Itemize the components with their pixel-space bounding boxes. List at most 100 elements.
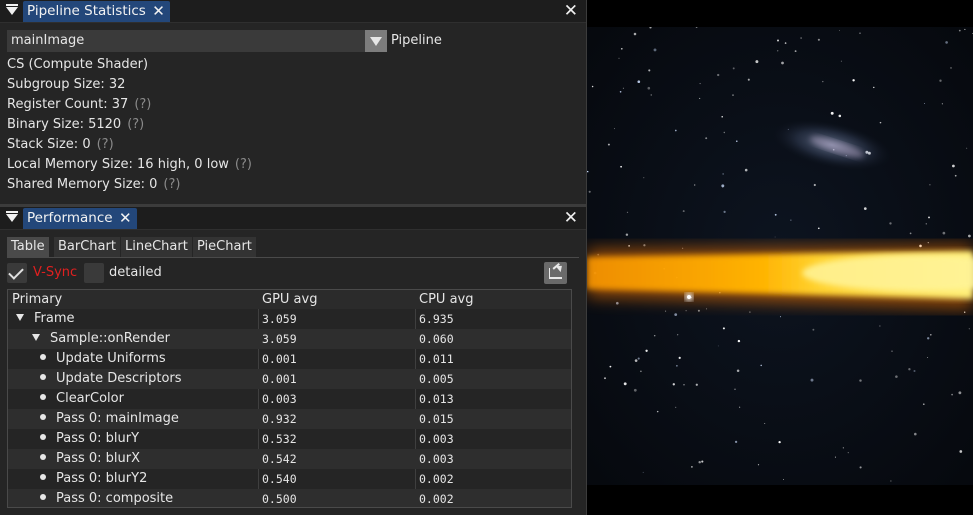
table-row[interactable]: ClearColor 0.003 0.013	[8, 389, 571, 409]
row-name: Update Descriptors	[56, 371, 182, 386]
row-name: Pass 0: blurX	[56, 451, 141, 466]
expand-arrow-icon[interactable]	[32, 333, 40, 341]
panel-close-icon[interactable]: ✕	[564, 208, 578, 228]
panel-close-icon[interactable]: ✕	[564, 1, 578, 21]
cpu-avg-cell: 0.003	[419, 452, 454, 466]
table-row[interactable]: Pass 0: blurX 0.542 0.003	[8, 449, 571, 469]
cpu-avg-cell: 0.015	[419, 412, 454, 426]
gpu-avg-cell: 0.001	[262, 352, 297, 366]
row-name-cell: Update Uniforms	[40, 349, 166, 369]
panel-menu-icon[interactable]	[6, 4, 18, 15]
bullet-icon	[40, 434, 46, 440]
header-gpu-avg[interactable]: GPU avg	[262, 290, 317, 309]
bullet-icon	[40, 454, 46, 460]
table-row[interactable]: Update Descriptors 0.001 0.005	[8, 369, 571, 389]
header-cpu-avg[interactable]: CPU avg	[419, 290, 473, 309]
bullet-icon	[40, 494, 46, 500]
cpu-avg-cell: 0.002	[419, 492, 454, 506]
help-marker[interactable]: (?)	[235, 157, 252, 172]
performance-panel-titlebar: Performance ✕ ✕	[0, 207, 586, 230]
table-row[interactable]: Update Uniforms 0.001 0.011	[8, 349, 571, 369]
vsync-label: V-Sync	[33, 265, 78, 280]
cpu-avg-cell: 0.013	[419, 392, 454, 406]
pipeline-stat: Binary Size: 5120 (?)	[7, 117, 144, 132]
tab-linechart[interactable]: LineChart	[121, 237, 192, 257]
help-marker[interactable]: (?)	[134, 97, 151, 112]
row-name-cell: Pass 0: mainImage	[40, 409, 179, 429]
pipeline-stat-text: Stack Size: 0	[7, 137, 91, 152]
gpu-avg-cell: 0.532	[262, 432, 297, 446]
row-name-cell: ClearColor	[40, 389, 124, 409]
bullet-icon	[40, 374, 46, 380]
row-name-cell: Sample::onRender	[32, 329, 170, 349]
panel-menu-icon[interactable]	[6, 211, 18, 222]
row-name-cell: Pass 0: blurY	[40, 429, 139, 449]
row-name: Sample::onRender	[50, 331, 170, 346]
cpu-avg-cell: 0.003	[419, 432, 454, 446]
help-marker[interactable]: (?)	[163, 177, 180, 192]
shader-select[interactable]: mainImage	[7, 30, 365, 52]
pipeline-stat: Stack Size: 0 (?)	[7, 137, 114, 152]
render-viewport[interactable]	[587, 27, 973, 485]
row-name-cell: Frame	[16, 309, 75, 329]
pipeline-stat-text: Register Count: 37	[7, 97, 129, 112]
row-name: Update Uniforms	[56, 351, 166, 366]
detailed-checkbox[interactable]	[84, 263, 104, 283]
performance-table: Primary GPU avg CPU avg Frame 3.059 6.935 S…	[7, 289, 572, 508]
tab-close-icon[interactable]: ✕	[152, 1, 165, 22]
tab-pipeline-statistics[interactable]: Pipeline Statistics ✕	[23, 1, 170, 22]
expand-arrow-icon[interactable]	[16, 313, 24, 321]
table-row[interactable]: Pass 0: mainImage 0.932 0.015	[8, 409, 571, 429]
tab-close-icon[interactable]: ✕	[119, 208, 132, 229]
pipeline-stat: CS (Compute Shader)	[7, 57, 148, 72]
row-name: Pass 0: mainImage	[56, 411, 179, 426]
cpu-avg-cell: 0.005	[419, 372, 454, 386]
row-name: ClearColor	[56, 391, 124, 406]
bullet-icon	[40, 414, 46, 420]
pipeline-stat: Shared Memory Size: 0 (?)	[7, 177, 180, 192]
shader-select-label: Pipeline	[391, 33, 442, 48]
pipeline-statistics-panel: Pipeline Statistics ✕ ✕ mainImage Pipeli…	[0, 0, 586, 204]
row-name-cell: Pass 0: composite	[40, 489, 174, 507]
export-button[interactable]	[544, 262, 567, 284]
gpu-avg-cell: 0.500	[262, 492, 297, 506]
cpu-avg-cell: 0.002	[419, 472, 454, 486]
cpu-avg-cell: 0.011	[419, 352, 454, 366]
table-header: Primary GPU avg CPU avg	[8, 290, 571, 309]
pipeline-panel-titlebar: Pipeline Statistics ✕ ✕	[0, 0, 586, 23]
pipeline-stat: Subgroup Size: 32	[7, 77, 125, 92]
tab-table[interactable]: Table	[7, 237, 49, 257]
table-row[interactable]: Frame 3.059 6.935	[8, 309, 571, 329]
bullet-icon	[40, 394, 46, 400]
help-marker[interactable]: (?)	[97, 137, 114, 152]
table-row[interactable]: Pass 0: blurY 0.532 0.003	[8, 429, 571, 449]
tab-performance[interactable]: Performance ✕	[23, 208, 137, 229]
pipeline-stat-text: CS (Compute Shader)	[7, 57, 149, 72]
pipeline-stat-text: Subgroup Size: 32	[7, 77, 126, 92]
gpu-avg-cell: 0.540	[262, 472, 297, 486]
table-row[interactable]: Sample::onRender 3.059 0.060	[8, 329, 571, 349]
gpu-avg-cell: 0.001	[262, 372, 297, 386]
gpu-avg-cell: 3.059	[262, 312, 297, 326]
row-name: Pass 0: composite	[56, 491, 174, 506]
shader-select-value: mainImage	[11, 33, 85, 48]
vsync-checkbox[interactable]	[7, 263, 27, 283]
table-row[interactable]: Pass 0: composite 0.500 0.002	[8, 489, 571, 507]
help-marker[interactable]: (?)	[127, 117, 144, 132]
gpu-avg-cell: 0.542	[262, 452, 297, 466]
pipeline-stat-text: Binary Size: 5120	[7, 117, 122, 132]
row-name-cell: Update Descriptors	[40, 369, 182, 389]
cpu-avg-cell: 0.060	[419, 332, 454, 346]
row-name: Pass 0: blurY2	[56, 471, 148, 486]
tab-piechart[interactable]: PieChart	[193, 237, 256, 257]
performance-tab-label: Performance	[27, 210, 113, 226]
header-primary[interactable]: Primary	[12, 290, 62, 309]
row-name-cell: Pass 0: blurY2	[40, 469, 147, 489]
pipeline-stat-text: Local Memory Size: 16 high, 0 low	[7, 157, 229, 172]
left-dock: Pipeline Statistics ✕ ✕ mainImage Pipeli…	[0, 0, 586, 515]
bullet-icon	[40, 474, 46, 480]
tab-barchart[interactable]: BarChart	[54, 237, 120, 257]
gpu-avg-cell: 0.003	[262, 392, 297, 406]
chevron-down-icon[interactable]	[365, 30, 387, 52]
table-row[interactable]: Pass 0: blurY2 0.540 0.002	[8, 469, 571, 489]
